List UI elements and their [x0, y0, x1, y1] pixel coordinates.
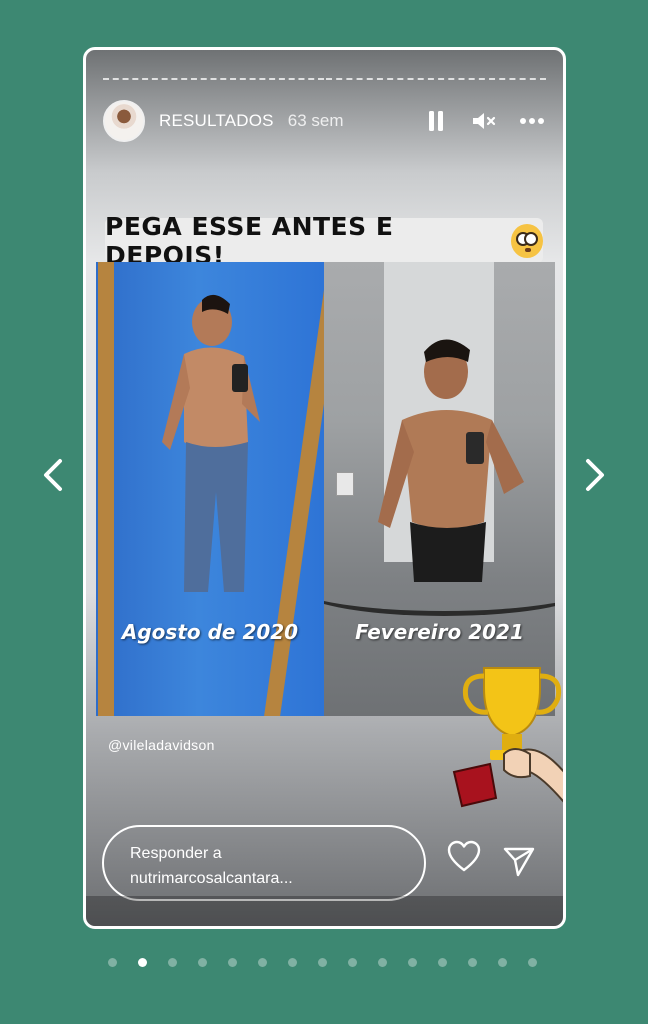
- share-button[interactable]: [501, 845, 537, 879]
- like-button[interactable]: [446, 840, 482, 874]
- pagination-dot[interactable]: [198, 958, 207, 967]
- progress-segment: [103, 78, 324, 80]
- previous-story-button[interactable]: [36, 455, 72, 495]
- credit-mention[interactable]: @vileladavidson: [108, 737, 215, 753]
- text-sticker: PEGA ESSE ANTES E DEPOIS!: [105, 212, 543, 270]
- reply-placeholder-line1: Responder a: [130, 845, 222, 862]
- progress-segment: [325, 78, 546, 80]
- pause-icon: [429, 111, 443, 131]
- more-options-button[interactable]: [518, 107, 546, 135]
- story-progress-bar: [103, 78, 546, 81]
- sticker-text: PEGA ESSE ANTES E DEPOIS!: [105, 211, 394, 270]
- pagination-dot[interactable]: [378, 958, 387, 967]
- reply-placeholder-line2: nutrimarcosalcantara...: [130, 870, 293, 887]
- pagination-dot[interactable]: [348, 958, 357, 967]
- after-photo: Fevereiro 2021: [324, 262, 555, 716]
- pagination-dot[interactable]: [138, 958, 147, 967]
- before-photo: Agosto de 2020: [96, 262, 324, 716]
- next-story-button[interactable]: [576, 455, 612, 495]
- mute-icon: [473, 113, 496, 129]
- pagination-dot[interactable]: [438, 958, 447, 967]
- before-caption: Agosto de 2020: [121, 620, 299, 644]
- after-caption: Fevereiro 2021: [355, 620, 524, 644]
- pagination-dot[interactable]: [258, 958, 267, 967]
- story-username[interactable]: RESULTADOS: [159, 111, 274, 131]
- pagination-dot[interactable]: [108, 958, 117, 967]
- story-header: RESULTADOS 63 sem: [103, 100, 546, 142]
- pagination-dot[interactable]: [468, 958, 477, 967]
- pause-button[interactable]: [422, 107, 450, 135]
- pagination-dot[interactable]: [528, 958, 537, 967]
- person-silhouette-before: [162, 294, 260, 592]
- story-card[interactable]: RESULTADOS 63 sem PEGA ESSE ANTES E DEPO…: [83, 47, 566, 929]
- pagination-dot[interactable]: [168, 958, 177, 967]
- pagination-dot[interactable]: [498, 958, 507, 967]
- pagination-dot[interactable]: [408, 958, 417, 967]
- trophy-sticker: [452, 667, 563, 808]
- send-icon: [503, 847, 535, 877]
- heart-icon: [447, 840, 481, 872]
- more-icon: [520, 118, 544, 124]
- chevron-left-icon: [44, 459, 62, 491]
- story-pagination: [108, 958, 537, 967]
- reply-input[interactable]: Responder a nutrimarcosalcantara...: [102, 825, 426, 901]
- chevron-right-icon: [586, 459, 604, 491]
- mute-button[interactable]: [470, 107, 498, 135]
- avatar[interactable]: [103, 100, 145, 142]
- pagination-dot[interactable]: [228, 958, 237, 967]
- story-timestamp: 63 sem: [287, 111, 344, 130]
- pagination-dot[interactable]: [318, 958, 327, 967]
- flushed-face-emoji: [510, 223, 543, 258]
- pagination-dot[interactable]: [288, 958, 297, 967]
